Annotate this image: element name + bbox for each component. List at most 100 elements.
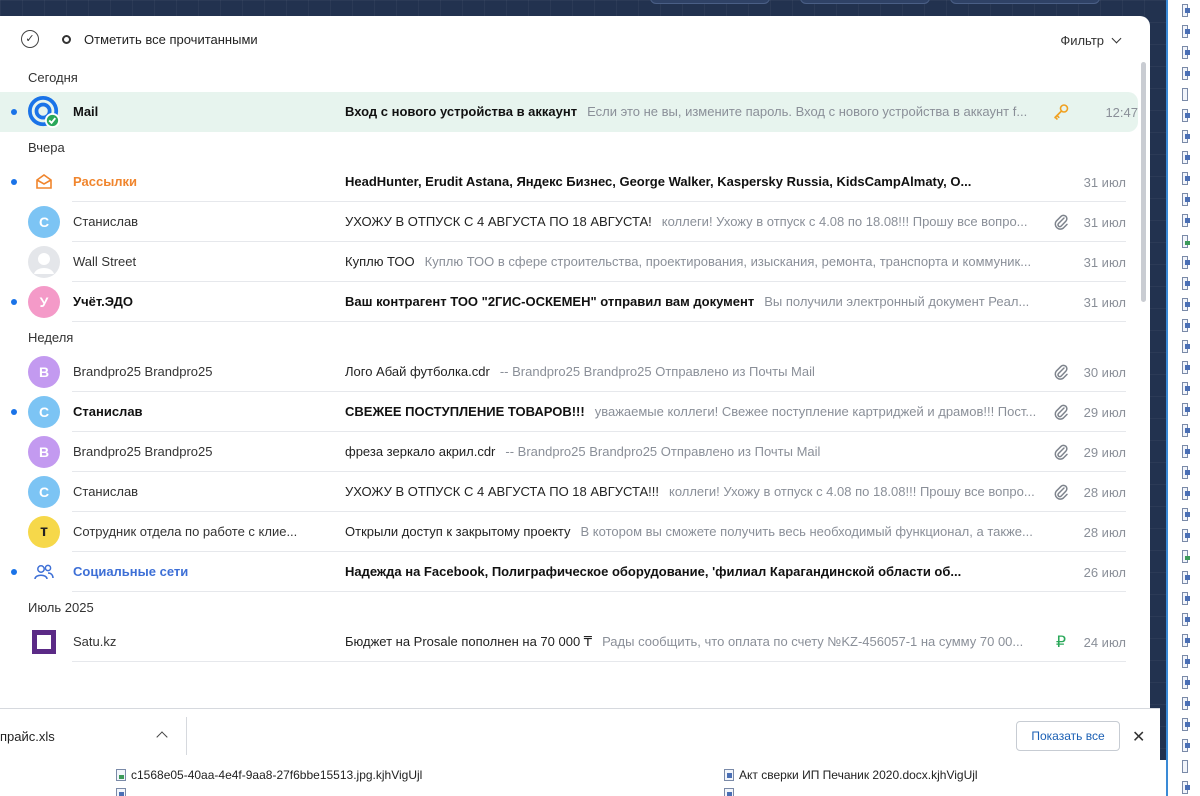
unread-dot[interactable] xyxy=(11,409,17,415)
message-date: 28 июл xyxy=(1083,485,1126,500)
social-people-icon xyxy=(28,556,60,588)
message-row[interactable]: Wall Street Куплю ТОО Куплю ТОО в сфере ст… xyxy=(0,242,1138,282)
explorer-file-item[interactable] xyxy=(1168,693,1190,714)
explorer-file-item[interactable] xyxy=(1168,294,1190,315)
file-icon xyxy=(1182,214,1190,227)
message-row[interactable]: С Станислав УХОЖУ В ОТПУСК С 4 АВГУСТА ПО … xyxy=(0,472,1138,512)
unread-dot[interactable] xyxy=(11,109,17,115)
explorer-file-item[interactable] xyxy=(1168,126,1190,147)
file-item[interactable] xyxy=(116,788,126,796)
file-icon xyxy=(1182,256,1190,269)
paperclip-icon[interactable] xyxy=(1052,363,1070,381)
explorer-file-item[interactable] xyxy=(1168,315,1190,336)
explorer-file-item[interactable] xyxy=(1168,441,1190,462)
explorer-file-item[interactable] xyxy=(1168,21,1190,42)
explorer-file-item[interactable] xyxy=(1168,63,1190,84)
scrollbar[interactable] xyxy=(1141,62,1146,302)
explorer-file-item[interactable] xyxy=(1168,273,1190,294)
explorer-file-item[interactable] xyxy=(1168,735,1190,756)
ruble-icon[interactable]: ₽ xyxy=(1052,633,1070,651)
file-icon xyxy=(1182,361,1190,374)
explorer-file-item[interactable] xyxy=(1168,210,1190,231)
paperclip-icon[interactable] xyxy=(1052,213,1070,231)
explorer-file-item[interactable] xyxy=(1168,462,1190,483)
message-subject: Ваш контрагент ТОО "2ГИС-ОСКЕМЕН" отправ… xyxy=(345,294,755,309)
show-all-downloads-button[interactable]: Показать все xyxy=(1016,721,1120,751)
explorer-file-item[interactable] xyxy=(1168,357,1190,378)
file-item[interactable]: c1568e05-40aa-4e4f-9aa8-27f6bbe15513.jpg… xyxy=(116,768,422,782)
explorer-file-item[interactable] xyxy=(1168,546,1190,567)
file-explorer-bottom: c1568e05-40aa-4e4f-9aa8-27f6bbe15513.jpg… xyxy=(0,760,1166,796)
explorer-file-item[interactable] xyxy=(1168,756,1188,777)
mark-all-read-button[interactable]: Отметить все прочитанными xyxy=(62,32,258,47)
file-icon xyxy=(1182,550,1190,563)
message-row[interactable]: B Brandpro25 Brandpro25 фреза зеркало акри… xyxy=(0,432,1138,472)
top-tab[interactable] xyxy=(950,0,1100,4)
message-row[interactable]: Satu.kz Бюджет на Prosale пополнен на 70 … xyxy=(0,622,1138,662)
message-row[interactable]: С Станислав СВЕЖЕЕ ПОСТУПЛЕНИЕ ТОВАРОВ!!! у… xyxy=(0,392,1138,432)
file-item[interactable]: Акт сверки ИП Печаник 2020.docx.kjhVigUj… xyxy=(724,768,978,782)
explorer-file-item[interactable] xyxy=(1168,84,1188,105)
message-row[interactable]: Mail Вход с нового устройства в аккаунт Ес… xyxy=(0,92,1138,132)
explorer-file-item[interactable] xyxy=(1168,714,1190,735)
message-preview: -- Brandpro25 Brandpro25 Отправлено из П… xyxy=(499,364,815,379)
paperclip-icon[interactable] xyxy=(1052,443,1070,461)
filter-dropdown[interactable]: Фильтр xyxy=(1060,33,1122,48)
message-list: Сегодня Mail Вход с нового устройства в ак… xyxy=(0,62,1150,662)
file-name: Акт сверки ИП Печаник 2020.docx.kjhVigUj… xyxy=(739,768,978,782)
explorer-file-item[interactable] xyxy=(1168,252,1190,273)
file-icon xyxy=(1182,193,1190,206)
message-date: 12:47 xyxy=(1105,105,1138,120)
chevron-up-icon[interactable] xyxy=(156,731,168,743)
explorer-file-item[interactable] xyxy=(1168,567,1190,588)
sender-name: Satu.kz xyxy=(73,634,117,649)
close-icon[interactable]: ✕ xyxy=(1132,727,1145,747)
top-tab[interactable] xyxy=(800,0,930,4)
explorer-file-item[interactable] xyxy=(1168,672,1190,693)
download-file-name[interactable]: прайс.xls xyxy=(0,729,55,744)
explorer-file-item[interactable] xyxy=(1168,0,1190,21)
top-tab[interactable] xyxy=(650,0,770,4)
explorer-file-item[interactable] xyxy=(1168,378,1190,399)
message-row[interactable]: Социальные сети Надежда на Facebook, Поли… xyxy=(0,552,1138,592)
message-subject: Вход с нового устройства в аккаунт xyxy=(345,104,578,119)
message-subject: Открыли доступ к закрытому проекту xyxy=(345,524,571,539)
row-divider xyxy=(72,321,1126,322)
explorer-file-item[interactable] xyxy=(1168,42,1190,63)
explorer-file-item[interactable] xyxy=(1168,651,1190,672)
message-content: HeadHunter, Erudit Astana, Яндекс Бизнес… xyxy=(345,174,1045,189)
explorer-file-item[interactable] xyxy=(1168,588,1190,609)
message-row[interactable]: У Учёт.ЭДО Ваш контрагент ТОО "2ГИС-ОСКЕМЕ… xyxy=(0,282,1138,322)
explorer-file-item[interactable] xyxy=(1168,189,1190,210)
file-item[interactable] xyxy=(724,788,734,796)
explorer-file-item[interactable] xyxy=(1168,231,1190,252)
mail-panel: ✓ Отметить все прочитанными Фильтр Сегод… xyxy=(0,16,1150,708)
explorer-file-item[interactable] xyxy=(1168,105,1190,126)
key-icon[interactable] xyxy=(1052,103,1070,121)
message-row[interactable]: С Станислав УХОЖУ В ОТПУСК С 4 АВГУСТА ПО … xyxy=(0,202,1138,242)
message-row[interactable]: Рассылки HeadHunter, Erudit Astana, Яндек… xyxy=(0,162,1138,202)
select-all-checkbox[interactable]: ✓ xyxy=(21,30,39,48)
download-bar: прайс.xls Показать все ✕ xyxy=(0,708,1160,762)
explorer-file-item[interactable] xyxy=(1168,399,1190,420)
paperclip-icon[interactable] xyxy=(1052,403,1070,421)
unread-dot[interactable] xyxy=(11,299,17,305)
message-row[interactable]: т Сотрудник отдела по работе с клие... Отк… xyxy=(0,512,1138,552)
unread-dot[interactable] xyxy=(11,569,17,575)
explorer-file-item[interactable] xyxy=(1168,420,1190,441)
message-preview: Если это не вы, измените пароль. Вход с … xyxy=(587,104,1028,119)
explorer-file-item[interactable] xyxy=(1168,525,1190,546)
explorer-file-item[interactable] xyxy=(1168,147,1190,168)
explorer-file-item[interactable] xyxy=(1168,483,1190,504)
explorer-file-item[interactable] xyxy=(1168,630,1190,651)
explorer-file-item[interactable] xyxy=(1168,168,1190,189)
unread-dot[interactable] xyxy=(11,179,17,185)
file-icon xyxy=(1182,46,1190,59)
explorer-file-item[interactable] xyxy=(1168,777,1190,796)
message-row[interactable]: B Brandpro25 Brandpro25 Лого Абай футболка… xyxy=(0,352,1138,392)
explorer-file-item[interactable] xyxy=(1168,336,1190,357)
file-icon xyxy=(1182,487,1190,500)
paperclip-icon[interactable] xyxy=(1052,483,1070,501)
explorer-file-item[interactable] xyxy=(1168,609,1190,630)
explorer-file-item[interactable] xyxy=(1168,504,1190,525)
